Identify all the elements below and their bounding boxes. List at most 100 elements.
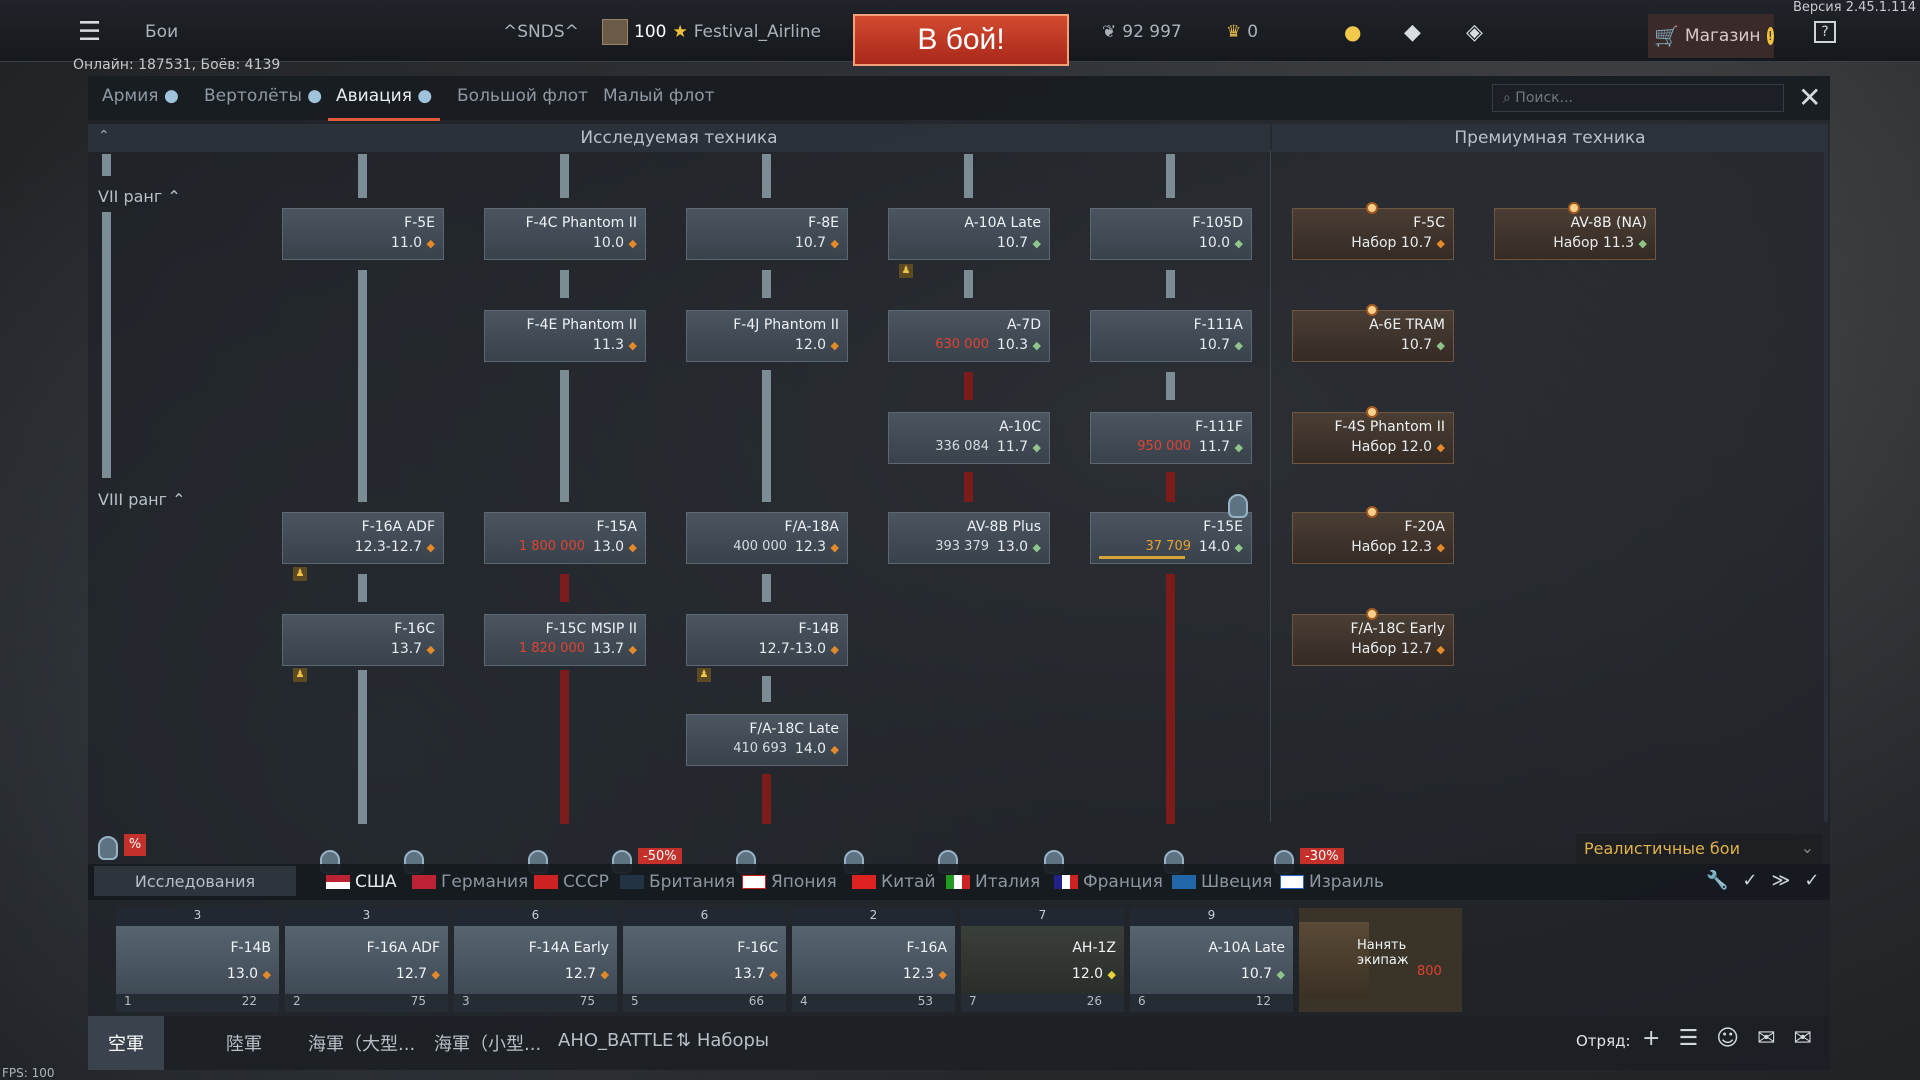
bottom-bar: 空軍 陸軍 海軍（大型... 海軍（小型... AHO_BATTLE ⇅ Наб…	[88, 1016, 1830, 1070]
bulb-icon	[98, 836, 118, 860]
to-battle-button[interactable]: В бой!	[853, 14, 1069, 66]
vehicle-card-a7d[interactable]: A-7D 630 000 10.3 ◆	[888, 310, 1050, 362]
preset-tab-air[interactable]: 空軍	[88, 1016, 164, 1070]
tab-coastal-fleet[interactable]: Малый флот	[603, 86, 715, 106]
vehicle-card-f4e[interactable]: F-4E Phantom II 11.3 ◆	[484, 310, 646, 362]
crew-slot[interactable]: 2 F-16A 12.3 ◆ 4 53	[792, 908, 955, 1012]
preset-tab-aho-battle[interactable]: AHO_BATTLE	[558, 1030, 673, 1051]
flag-sweden-icon	[1172, 875, 1196, 889]
eagle-icon: ♛	[1226, 22, 1242, 42]
rank-viii-label[interactable]: VIII ранг ⌃	[98, 490, 186, 509]
alert-icon: !	[1766, 27, 1774, 45]
vehicle-card-f15e[interactable]: F-15E 37 709 14.0 ◆	[1090, 512, 1252, 564]
menu-button[interactable]: ☰	[78, 14, 101, 50]
chat-icon[interactable]: ✉	[1757, 1026, 1775, 1051]
golden-eagles[interactable]: ♛ 0	[1226, 14, 1258, 50]
rank-vii-label[interactable]: VII ранг ⌃	[98, 187, 181, 206]
crew-slot[interactable]: 3 F-14B 13.0 ◆ 1 22	[116, 908, 279, 1012]
connector	[1166, 154, 1175, 198]
scrollbar[interactable]	[1824, 150, 1828, 822]
nation-italy[interactable]: Италия	[946, 872, 1040, 892]
connector	[560, 574, 569, 602]
vehicle-card-fa18a[interactable]: F/A-18A 400 000 12.3 ◆	[686, 512, 848, 564]
vehicle-card-f111a[interactable]: F-111A 10.7 ◆	[1090, 310, 1252, 362]
list-icon[interactable]: ☰	[1678, 1026, 1698, 1051]
plane-icon	[893, 213, 947, 257]
crew-slot[interactable]: 9 A-10A Late 10.7 ◆ 6 12	[1130, 908, 1293, 1012]
nation-france[interactable]: Франция	[1054, 872, 1163, 892]
nation-ussr[interactable]: СССР	[534, 872, 609, 892]
nation-china[interactable]: Китай	[852, 872, 936, 892]
social-icons: + ☰ ☺ ✉ ✉	[1642, 1026, 1812, 1051]
crew-slot[interactable]: 6 F-16C 13.7 ◆ 5 66	[623, 908, 786, 1012]
vehicle-card-f4j[interactable]: F-4J Phantom II 12.0 ◆	[686, 310, 848, 362]
connector	[964, 154, 973, 198]
nation-britain[interactable]: Британия	[620, 872, 735, 892]
tab-bluewater-fleet[interactable]: Большой флот	[457, 86, 588, 106]
crew-slot[interactable]: 6 F-14A Early 12.7 ◆ 3 75	[454, 908, 617, 1012]
vehicle-card-f105d[interactable]: F-105D 10.0 ◆	[1090, 208, 1252, 260]
vehicle-card-fa18c-late[interactable]: F/A-18C Late 410 693 14.0 ◆	[686, 714, 848, 766]
vehicle-card-f16c[interactable]: F-16C 13.7 ◆	[282, 614, 444, 666]
tab-army[interactable]: Армия ●	[102, 86, 179, 106]
vehicle-card-av8b-plus[interactable]: AV-8B Plus 393 379 13.0 ◆	[888, 512, 1050, 564]
tab-aviation[interactable]: Авиация ●	[327, 86, 441, 121]
vehicle-card-fa18c-early[interactable]: F/A-18C Early Набор 12.7 ◆	[1292, 614, 1454, 666]
battles-menu[interactable]: Бои	[145, 14, 178, 50]
game-mode-select[interactable]: Реалистичные бои ⌄	[1576, 834, 1822, 864]
connector	[762, 774, 771, 824]
chevron-down-icon: ⌄	[1800, 838, 1814, 857]
vehicle-card-a10-late[interactable]: A-10A Late 10.7 ◆	[888, 208, 1050, 260]
vehicle-card-f4c[interactable]: F-4C Phantom II 10.0 ◆	[484, 208, 646, 260]
friends-icon[interactable]: ☺	[1716, 1026, 1739, 1051]
help-button[interactable]: ?	[1814, 14, 1836, 50]
player-profile[interactable]: 100 ★ Festival_Airline	[602, 14, 821, 50]
preset-tab-naval-small[interactable]: 海軍（小型...	[434, 1030, 541, 1056]
vehicle-card-a10c[interactable]: A-10C 336 084 11.7 ◆	[888, 412, 1050, 464]
search-input[interactable]: ⌕ Поиск...	[1492, 84, 1784, 112]
nation-usa[interactable]: США	[326, 872, 397, 892]
close-button[interactable]: ✕	[1798, 84, 1821, 112]
vehicle-card-f15c-msip[interactable]: F-15C MSIP II 1 820 000 13.7 ◆	[484, 614, 646, 666]
connector	[358, 574, 367, 602]
vehicle-card-av8b-na[interactable]: AV-8B (NA) Набор 11.3 ◆	[1494, 208, 1656, 260]
check-icon[interactable]: ✓	[1742, 870, 1757, 891]
mail-icon[interactable]: ✉	[1794, 1026, 1812, 1051]
vehicle-card-f15a[interactable]: F-15A 1 800 000 13.0 ◆	[484, 512, 646, 564]
preset-tab-ground[interactable]: 陸軍	[226, 1030, 262, 1056]
connector	[560, 670, 569, 824]
research-button[interactable]: Исследования	[94, 866, 296, 896]
vehicle-card-f8e[interactable]: F-8E 10.7 ◆	[686, 208, 848, 260]
presets-button[interactable]: ⇅ Наборы	[676, 1030, 769, 1051]
check-icon[interactable]: ✓	[1804, 870, 1819, 891]
nation-germany[interactable]: Германия	[412, 872, 528, 892]
repair-all-icon[interactable]: ≫	[1772, 870, 1791, 891]
nation-sweden[interactable]: Швеция	[1172, 872, 1273, 892]
nation-japan[interactable]: Япония	[742, 872, 837, 892]
wrench-icon[interactable]: 🔧	[1706, 870, 1728, 891]
silver-lions[interactable]: ❦ 92 997	[1102, 14, 1182, 50]
vehicle-card-f20a[interactable]: F-20A Набор 12.3 ◆	[1292, 512, 1454, 564]
vehicle-card-a6e-tram[interactable]: A-6E TRAM 10.7 ◆	[1292, 310, 1454, 362]
vehicle-card-f16a-adf[interactable]: F-16A ADF 12.3-12.7 ◆	[282, 512, 444, 564]
vehicle-card-f111f[interactable]: F-111F 950 000 11.7 ◆	[1090, 412, 1252, 464]
collapse-icon[interactable]: ⌃	[98, 128, 110, 144]
preset-tab-naval-large[interactable]: 海軍（大型...	[308, 1030, 415, 1056]
decals-button[interactable]: ◆	[1404, 14, 1421, 50]
tips-button[interactable]: ●	[1344, 14, 1361, 50]
crew-slot[interactable]: 3 F-16A ADF 12.7 ◆ 2 75	[285, 908, 448, 1012]
nation-israel[interactable]: Израиль	[1280, 872, 1384, 892]
avatar-icon	[602, 19, 628, 45]
flag-japan-icon	[742, 875, 766, 889]
hire-crew-slot[interactable]: Нанять экипаж 800	[1299, 908, 1462, 1012]
vehicle-card-f14b[interactable]: F-14B 12.7-13.0 ◆	[686, 614, 848, 666]
vehicle-card-f5c[interactable]: F-5C Набор 10.7 ◆	[1292, 208, 1454, 260]
add-squad-icon[interactable]: +	[1642, 1026, 1660, 1051]
squad-label: Отряд:	[1576, 1032, 1631, 1050]
tab-helicopters[interactable]: Вертолёты ●	[204, 86, 322, 106]
shop-button[interactable]: 🛒 Магазин !	[1648, 14, 1774, 58]
vehicle-card-f5e[interactable]: F-5E 11.0 ◆	[282, 208, 444, 260]
vehicle-card-f4s[interactable]: F-4S Phantom II Набор 12.0 ◆	[1292, 412, 1454, 464]
crew-slot[interactable]: 7 AH-1Z 12.0 ◆ 7 26	[961, 908, 1124, 1012]
coupons-button[interactable]: ◈	[1466, 14, 1483, 50]
